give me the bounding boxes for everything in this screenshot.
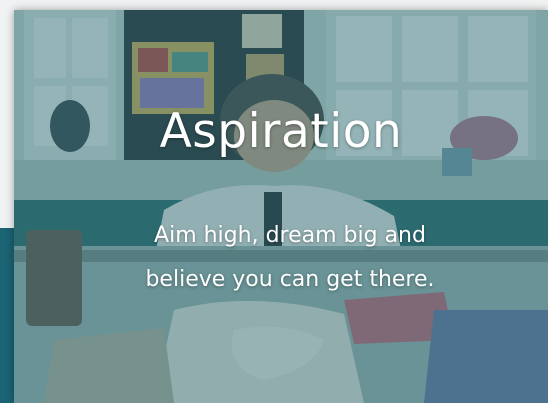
page: Aspiration Aim high, dream big and belie… — [0, 0, 548, 403]
classroom-photo — [14, 10, 548, 403]
card-subtitle-line-1: Aim high, dream big and — [154, 223, 426, 248]
card-subtitle: Aim high, dream big and believe you can … — [90, 214, 490, 302]
aspiration-card[interactable]: Aspiration Aim high, dream big and belie… — [14, 10, 548, 403]
card-subtitle-line-2: believe you can get there. — [145, 267, 435, 292]
card-title: Aspiration — [159, 104, 403, 159]
